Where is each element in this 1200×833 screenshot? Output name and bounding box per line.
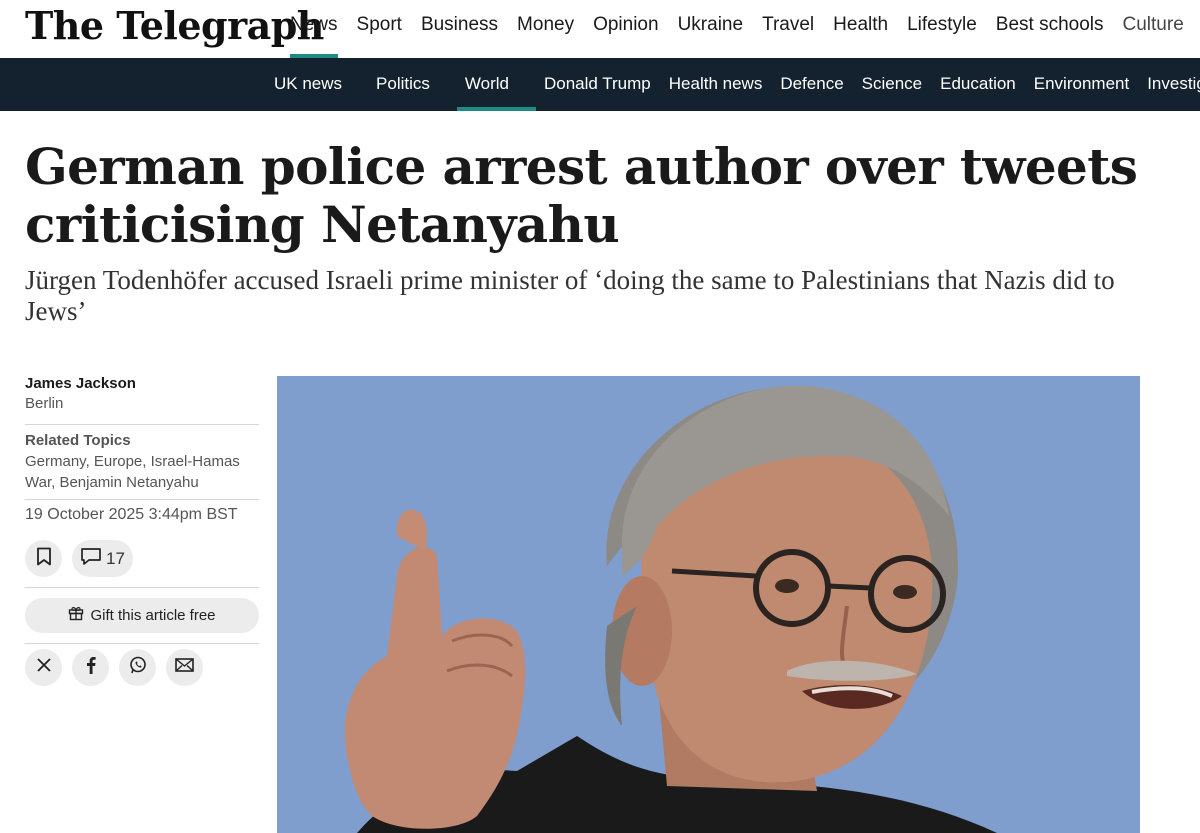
share-email-button[interactable] <box>166 649 203 686</box>
divider <box>25 643 259 644</box>
subnav-item-science[interactable]: Science <box>862 58 940 111</box>
x-icon <box>36 657 52 678</box>
divider <box>25 424 259 425</box>
nav-item-lifestyle[interactable]: Lifestyle <box>907 0 977 58</box>
author-location: Berlin <box>25 395 64 412</box>
nav-item-travel[interactable]: Travel <box>762 0 814 58</box>
comment-icon <box>80 547 102 571</box>
subnav-item-health-news[interactable]: Health news <box>669 58 781 111</box>
nav-item-news[interactable]: News <box>290 0 338 58</box>
lead-photo <box>277 376 1140 833</box>
masthead: The Telegraph News Sport Business Money … <box>0 0 1200 58</box>
top-nav: News Sport Business Money Opinion Ukrain… <box>290 0 1200 58</box>
subnav-item-donald-trump[interactable]: Donald Trump <box>544 58 669 111</box>
nav-item-business[interactable]: Business <box>421 0 498 58</box>
publish-date: 19 October 2025 3:44pm BST <box>25 506 238 523</box>
whatsapp-icon <box>129 656 147 679</box>
nav-item-money[interactable]: Money <box>517 0 574 58</box>
author-name[interactable]: James Jackson <box>25 374 259 394</box>
divider <box>25 499 259 500</box>
share-facebook-button[interactable] <box>72 649 109 686</box>
subnav-item-investigations[interactable]: Investig <box>1147 58 1200 111</box>
article-meta: James Jackson Berlin Related Topics Germ… <box>25 374 259 686</box>
gift-icon <box>68 605 84 626</box>
telegraph-logo[interactable]: The Telegraph <box>25 2 324 50</box>
bookmark-icon <box>36 547 52 571</box>
subnav-item-defence[interactable]: Defence <box>780 58 861 111</box>
nav-item-culture[interactable]: Culture <box>1123 0 1184 58</box>
nav-item-best-schools[interactable]: Best schools <box>996 0 1104 58</box>
section-subnav: UK news Politics World Donald Trump Heal… <box>0 58 1200 111</box>
nav-item-sport[interactable]: Sport <box>357 0 402 58</box>
subnav-item-education[interactable]: Education <box>940 58 1034 111</box>
related-topics-label: Related Topics <box>25 432 131 449</box>
subnav-item-world[interactable]: World <box>456 58 544 111</box>
nav-item-opinion[interactable]: Opinion <box>593 0 659 58</box>
divider <box>25 587 259 588</box>
gift-article-button[interactable]: Gift this article free <box>25 598 259 633</box>
lead-photo-illustration <box>277 376 1140 833</box>
subnav-item-politics[interactable]: Politics <box>376 58 465 111</box>
nav-item-health[interactable]: Health <box>833 0 888 58</box>
comments-button[interactable]: 17 <box>72 540 133 577</box>
share-x-button[interactable] <box>25 649 62 686</box>
nav-item-ukraine[interactable]: Ukraine <box>678 0 743 58</box>
share-whatsapp-button[interactable] <box>119 649 156 686</box>
subnav-item-environment[interactable]: Environment <box>1034 58 1147 111</box>
related-topics-links[interactable]: Germany, Europe, Israel-Hamas War, Benja… <box>25 451 259 493</box>
bookmark-button[interactable] <box>25 540 62 577</box>
subnav-item-uk-news[interactable]: UK news <box>274 58 376 111</box>
facebook-icon <box>86 656 96 679</box>
gift-article-label: Gift this article free <box>90 607 216 624</box>
article-headline: German police arrest author over tweets … <box>25 137 1138 254</box>
article-standfirst: Jürgen Todenhöfer accused Israeli prime … <box>25 265 1115 326</box>
email-icon <box>175 658 194 677</box>
comment-count: 17 <box>106 548 125 568</box>
